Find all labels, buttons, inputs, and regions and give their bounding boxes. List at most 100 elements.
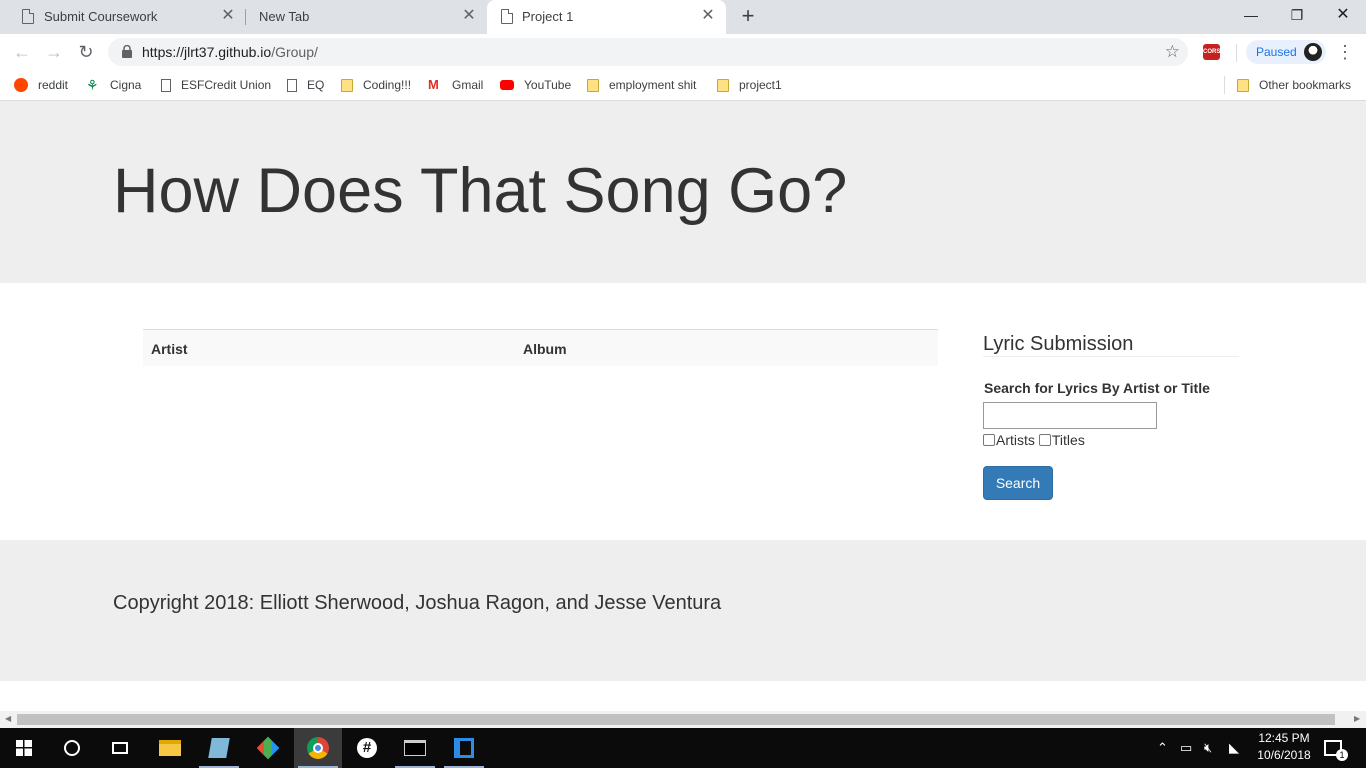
url-host: https://jlrt37.github.io <box>142 44 272 60</box>
column-header-album: Album <box>523 341 567 357</box>
forward-button[interactable]: → <box>44 42 64 62</box>
bookmark-youtube[interactable]: YouTube <box>500 77 571 93</box>
clock-time: 12:45 PM <box>1258 731 1310 745</box>
taskbar: # ⌃ ▭ 🔇︎ ◣ 12:45 PM 10/6/2018 1 <box>0 728 1366 768</box>
close-icon[interactable]: ✕ <box>461 8 477 24</box>
task-view-button[interactable] <box>96 728 144 768</box>
notifications-icon: 1 <box>1324 740 1348 761</box>
task-view-icon <box>112 742 128 754</box>
restore-button[interactable]: ❐ <box>1274 0 1320 34</box>
tab-new-tab[interactable]: New Tab ✕ <box>237 0 487 34</box>
system-clock[interactable]: 12:45 PM 10/6/2018 <box>1246 730 1322 764</box>
address-bar[interactable]: https://jlrt37.github.io/Group/ ☆ <box>108 38 1188 66</box>
gmail-icon: M <box>428 77 439 92</box>
scroll-right-icon[interactable]: ▶ <box>1354 714 1360 723</box>
scrollbar-thumb[interactable] <box>17 714 1335 725</box>
lock-icon <box>122 45 132 58</box>
taskbar-notepad[interactable] <box>195 728 243 768</box>
taskbar-git[interactable] <box>244 728 292 768</box>
show-hidden-icons[interactable]: ⌃ <box>1157 728 1168 768</box>
page-icon <box>287 78 297 92</box>
copyright-text: Copyright 2018: Elliott Sherwood, Joshua… <box>113 592 722 614</box>
page-icon <box>161 78 171 92</box>
page-icon <box>22 9 34 24</box>
bookmark-folder-project1[interactable]: project1 <box>717 77 782 93</box>
bookmark-reddit[interactable]: reddit <box>14 77 68 93</box>
reload-button[interactable]: ↻ <box>76 42 96 62</box>
search-button[interactable]: Search <box>983 466 1053 500</box>
close-icon[interactable]: ✕ <box>220 8 236 24</box>
folder-icon <box>1237 78 1249 92</box>
tab-title: Submit Coursework <box>44 9 158 24</box>
bookmark-label: YouTube <box>524 78 572 92</box>
footer: Copyright 2018: Elliott Sherwood, Joshua… <box>0 540 1366 681</box>
tab-project-1[interactable]: Project 1 ✕ <box>487 0 726 34</box>
browser-toolbar: ← → ↻ https://jlrt37.github.io/Group/ ☆ … <box>0 34 1366 70</box>
volume-muted-icon[interactable]: 🔇︎ <box>1204 728 1212 768</box>
reddit-icon <box>14 78 28 92</box>
back-button[interactable]: ← <box>12 42 32 62</box>
bookmark-label: reddit <box>38 78 69 92</box>
profile-button[interactable]: Paused <box>1246 40 1326 64</box>
new-tab-button[interactable]: + <box>738 5 758 27</box>
other-bookmarks[interactable]: Other bookmarks <box>1237 77 1351 93</box>
chevron-up-icon: ⌃ <box>1157 740 1168 755</box>
wifi-icon[interactable]: ◣ <box>1229 728 1239 768</box>
bookmark-label: project1 <box>739 78 782 92</box>
horizontal-scrollbar[interactable]: ◀ ▶ <box>0 711 1366 728</box>
jumbotron: How Does That Song Go? <box>0 101 1366 283</box>
folder-icon <box>341 78 353 92</box>
bookmark-folder-coding[interactable]: Coding!!! <box>341 77 411 93</box>
cortana-button[interactable] <box>48 728 96 768</box>
bookmark-label: EQ <box>307 78 325 92</box>
bookmark-label: Gmail <box>452 78 484 92</box>
bookmark-eq[interactable]: EQ <box>287 77 324 93</box>
search-input[interactable] <box>983 402 1157 429</box>
taskbar-vscode[interactable] <box>440 728 488 768</box>
tab-submit-coursework[interactable]: Submit Coursework ✕ <box>0 0 246 34</box>
titles-checkbox-label: Titles <box>1051 432 1085 448</box>
bookmark-cigna[interactable]: ⚘ Cigna <box>86 77 141 93</box>
tab-title: New Tab <box>259 9 310 24</box>
action-center-button[interactable]: 1 <box>1324 728 1348 768</box>
minimize-button[interactable]: — <box>1228 0 1274 34</box>
battery-icon[interactable]: ▭ <box>1180 728 1192 768</box>
bookmark-folder-employment[interactable]: employment shit <box>587 77 696 93</box>
taskbar-slack[interactable]: # <box>343 728 391 768</box>
youtube-icon <box>500 80 514 90</box>
page-title: How Does That Song Go? <box>113 156 848 226</box>
bookmark-star-icon[interactable]: ☆ <box>1165 42 1180 62</box>
url-text: https://jlrt37.github.io/Group/ <box>142 44 318 60</box>
bookmark-gmail[interactable]: M Gmail <box>428 77 483 93</box>
vscode-icon <box>454 738 474 758</box>
notepad-icon <box>208 738 230 758</box>
titles-checkbox[interactable] <box>1038 434 1051 446</box>
bookmark-label: Coding!!! <box>363 78 412 92</box>
bookmarks-divider <box>1224 76 1225 94</box>
panel-title: Lyric Submission <box>983 333 1134 355</box>
avatar <box>1304 43 1322 61</box>
close-icon[interactable]: ✕ <box>700 8 716 24</box>
cortana-icon <box>64 740 80 756</box>
bookmark-label: Cigna <box>110 78 142 92</box>
url-path: /Group/ <box>271 44 318 60</box>
artists-checkbox[interactable] <box>983 434 995 446</box>
cors-extension-icon[interactable]: CORS <box>1203 44 1220 60</box>
windows-icon <box>16 740 32 756</box>
folder-icon <box>587 78 599 92</box>
taskbar-chrome[interactable] <box>294 728 342 768</box>
terminal-icon <box>404 740 426 756</box>
close-window-button[interactable]: ✕ <box>1320 0 1366 34</box>
search-label: Search for Lyrics By Artist or Title <box>984 380 1210 396</box>
notification-count: 1 <box>1336 749 1348 761</box>
scroll-left-icon[interactable]: ◀ <box>5 714 11 723</box>
start-button[interactable] <box>0 728 48 768</box>
chrome-icon <box>307 737 329 759</box>
taskbar-file-explorer[interactable] <box>146 728 194 768</box>
bookmarks-bar: reddit ⚘ Cigna ESFCredit Union EQ Coding… <box>0 70 1366 101</box>
bookmark-esfcredit-union[interactable]: ESFCredit Union <box>161 77 271 93</box>
taskbar-terminal[interactable] <box>391 728 439 768</box>
menu-icon[interactable]: ⋮ <box>1336 42 1354 62</box>
folder-icon <box>717 78 729 92</box>
artists-checkbox-label: Artists <box>996 432 1035 448</box>
